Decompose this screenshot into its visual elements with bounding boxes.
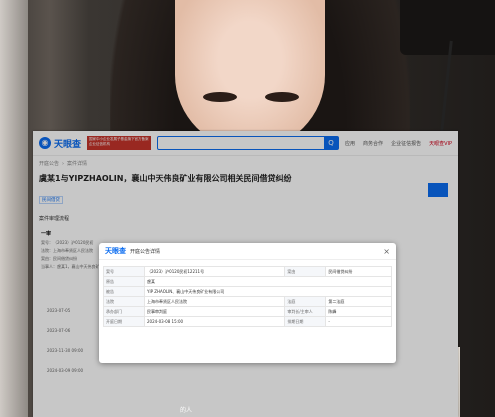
table-row: 案号 （2023）沪0120民初12211号 案由 民间借贷纠纷 bbox=[103, 266, 392, 277]
field-label: 法庭 bbox=[284, 296, 327, 307]
timeline-date: 2023-11-30 09:00 bbox=[47, 348, 84, 353]
right-eye bbox=[265, 92, 299, 102]
nav-item-report[interactable]: 企业征信报告 bbox=[391, 140, 421, 147]
nav-item-business[interactable]: 商务合作 bbox=[363, 140, 383, 147]
field-label: 排期日期 bbox=[284, 316, 327, 327]
field-value: 虞某 bbox=[144, 276, 392, 287]
field-value: 民事审判庭 bbox=[143, 306, 286, 317]
timeline-date: 2024-03-09 09:00 bbox=[47, 368, 84, 373]
hearing-notice-dialog: 天眼查 开庭公告详情 × 案号 （2023）沪0120民初12211号 案由 民… bbox=[99, 243, 396, 363]
field-label: 案号 bbox=[103, 266, 145, 277]
timeline-date: 2023-07-06 bbox=[47, 328, 71, 333]
field-label: 被告 bbox=[103, 286, 145, 297]
case-tag: 民间借贷 bbox=[39, 196, 63, 204]
table-row: 承办部门 民事审判庭 审判长/主审人 陈峰 bbox=[103, 306, 392, 317]
breadcrumb-item[interactable]: 开庭公告 bbox=[39, 161, 59, 167]
site-header: ◉ 天眼查 国家中小企业发展子基金旗下官方备案企业征信机构 Q 应用 商务合作 … bbox=[33, 131, 458, 156]
curtain bbox=[0, 0, 28, 417]
search-input[interactable]: Q bbox=[157, 136, 340, 150]
table-row: 原告 虞某 bbox=[103, 276, 392, 287]
table-row: 被告 YIP ZHAOLIN、襄山中天伟良矿业有限公司 bbox=[103, 286, 392, 297]
logo-text: 天眼查 bbox=[54, 139, 82, 150]
site-logo[interactable]: ◉ 天眼查 bbox=[39, 137, 81, 150]
field-value: 上海市奉贤区人民法院 bbox=[143, 296, 286, 307]
field-value: - bbox=[325, 316, 392, 327]
page-title: 虞某1与YIPZHAOLIN，襄山中天伟良矿业有限公司相关民间借贷纠纷 bbox=[39, 174, 292, 183]
studio-light bbox=[400, 0, 495, 55]
timeline: 2023-07-05 2023-07-06 2023-11-30 09:00 2… bbox=[47, 301, 83, 381]
field-value: 陈峰 bbox=[325, 306, 392, 317]
field-label: 承办部门 bbox=[103, 306, 145, 317]
table-row: 法院 上海市奉贤区人民法院 法庭 第二法庭 bbox=[103, 296, 392, 307]
timeline-date: 2023-07-05 bbox=[47, 308, 71, 313]
person-face bbox=[175, 0, 325, 150]
left-eye bbox=[203, 92, 237, 102]
breadcrumb: 开庭公告 › 案件详情 bbox=[39, 161, 88, 167]
close-icon[interactable]: × bbox=[383, 247, 390, 256]
dialog-title: 开庭公告详情 bbox=[130, 248, 161, 255]
nav-item-vip[interactable]: 天眼查VIP bbox=[429, 140, 452, 147]
field-label: 审判长/主审人 bbox=[284, 306, 327, 317]
ad-banner[interactable]: 国家中小企业发展子基金旗下官方备案企业征信机构 bbox=[87, 136, 152, 150]
field-value: （2023）沪0120民初12211号 bbox=[143, 266, 286, 277]
breadcrumb-current: 案件详情 bbox=[67, 161, 88, 167]
field-label: 法院 bbox=[103, 296, 145, 307]
case-detail-page: ◉ 天眼查 国家中小企业发展子基金旗下官方备案企业征信机构 Q 应用 商务合作 … bbox=[33, 131, 458, 417]
field-value: 第二法庭 bbox=[325, 296, 392, 307]
field-label: 原告 bbox=[103, 276, 145, 287]
dialog-logo: 天眼查 bbox=[105, 247, 126, 255]
nav-item-apps[interactable]: 应用 bbox=[345, 140, 355, 147]
video-caption: 的人 bbox=[180, 407, 193, 414]
defendant-link[interactable]: YIP ZHAOLIN、襄山中天伟良矿业有限公司 bbox=[144, 286, 392, 297]
table-row: 开庭日期 2024-03-08 15:00 排期日期 - bbox=[103, 316, 392, 327]
search-icon[interactable]: Q bbox=[324, 137, 339, 149]
field-value: 2024-03-08 15:00 bbox=[143, 316, 286, 327]
top-nav: 应用 商务合作 企业征信报告 天眼查VIP bbox=[345, 140, 452, 147]
field-value: 民间借贷纠纷 bbox=[325, 266, 392, 277]
detail-table: 案号 （2023）沪0120民初12211号 案由 民间借贷纠纷 原告 虞某 被… bbox=[103, 266, 392, 327]
eye-logo-icon: ◉ bbox=[39, 137, 51, 149]
dialog-header: 天眼查 开庭公告详情 × bbox=[99, 243, 396, 260]
field-label: 案由 bbox=[284, 266, 327, 277]
field-label: 开庭日期 bbox=[103, 316, 145, 327]
